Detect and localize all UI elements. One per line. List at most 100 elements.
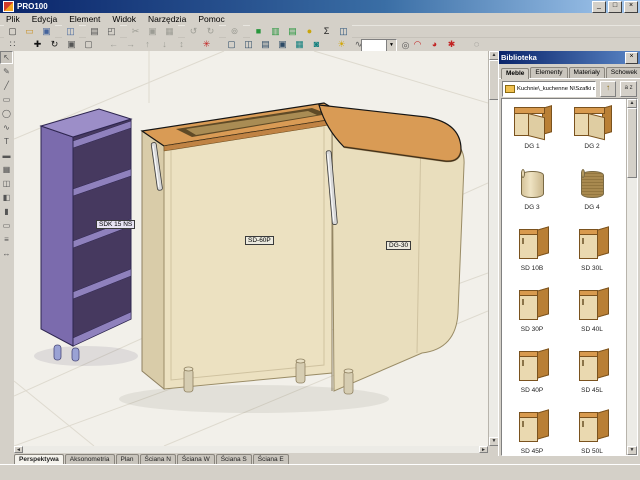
tab-sciana-s[interactable]: Ściana S bbox=[216, 454, 252, 464]
menu-pomoc[interactable]: Pomoc bbox=[192, 14, 230, 24]
collision-button[interactable]: ✳ bbox=[198, 38, 215, 51]
view-textured-button[interactable]: ▦ bbox=[291, 38, 308, 51]
view-realistic-button[interactable]: ◙ bbox=[308, 38, 325, 51]
ungroup-button[interactable]: ▢ bbox=[80, 38, 97, 51]
canvas-horizontal-scrollbar[interactable]: ◄ ► bbox=[14, 446, 488, 453]
copy-button[interactable]: ▣ bbox=[144, 25, 161, 38]
tab-sciana-e[interactable]: Ściana E bbox=[253, 454, 289, 464]
pencil-tool-button[interactable]: ✎ bbox=[0, 65, 13, 78]
library-item[interactable]: DG 2 bbox=[562, 99, 622, 160]
menu-edycja[interactable]: Edycja bbox=[26, 14, 64, 24]
tab-materialy[interactable]: Materiały bbox=[569, 67, 605, 78]
rect-tool-button[interactable]: ▭ bbox=[0, 93, 13, 106]
library-scrollbar[interactable]: ▲ ▼ bbox=[626, 99, 637, 455]
nudge-left-button[interactable]: ← bbox=[105, 38, 122, 51]
nudge-up-button[interactable]: ↑ bbox=[139, 38, 156, 51]
pointer-tool-button[interactable]: ↖ bbox=[0, 51, 13, 64]
arc-tool-button[interactable]: ∿ bbox=[0, 121, 13, 134]
sort-az-button[interactable]: a z bbox=[620, 81, 637, 97]
library-item[interactable]: SD 30L bbox=[562, 221, 622, 282]
library-close-icon[interactable]: × bbox=[625, 52, 638, 64]
nudge-right-button[interactable]: → bbox=[122, 38, 139, 51]
print-button[interactable]: ▤ bbox=[86, 25, 103, 38]
specification-table-button[interactable]: ◫ bbox=[335, 25, 352, 38]
valuation-button[interactable]: ● bbox=[301, 25, 318, 38]
chevron-down-icon[interactable]: ▼ bbox=[386, 40, 396, 51]
column-tool-button[interactable]: ▮ bbox=[0, 205, 13, 218]
elements-list-button[interactable]: ■ bbox=[250, 25, 267, 38]
tab-sciana-n[interactable]: Ściana N bbox=[140, 454, 176, 464]
undo-button[interactable]: ↺ bbox=[185, 25, 202, 38]
library-title-bar[interactable]: Biblioteka × bbox=[499, 51, 640, 64]
worktop-tool-button[interactable]: ▭ bbox=[0, 219, 13, 232]
floor-tool-button[interactable]: ▦ bbox=[0, 163, 13, 176]
print-preview-button[interactable]: ◰ bbox=[103, 25, 120, 38]
link-button[interactable]: ⊚ bbox=[226, 25, 243, 38]
title-bar[interactable]: PRO100 _ □ × bbox=[0, 0, 640, 13]
tab-schowek[interactable]: Schowek bbox=[606, 67, 640, 78]
stretch-button[interactable]: ↕ bbox=[173, 38, 190, 51]
cut-list-button[interactable]: ▥ bbox=[267, 25, 284, 38]
move-tool-button[interactable]: ✚ bbox=[29, 38, 46, 51]
library-item[interactable]: DG 3 bbox=[502, 160, 562, 221]
maximize-button[interactable]: □ bbox=[608, 1, 622, 13]
minimize-button[interactable]: _ bbox=[592, 1, 606, 13]
text-tool-button[interactable]: T bbox=[0, 135, 13, 148]
library-item[interactable]: SD 50L bbox=[562, 404, 622, 456]
tab-aksonometria[interactable]: Aksonometria bbox=[65, 454, 115, 464]
tab-sciana-w[interactable]: Ściana W bbox=[177, 454, 215, 464]
project-properties-button[interactable]: ◫ bbox=[62, 25, 79, 38]
scroll-left-icon[interactable]: ◄ bbox=[14, 446, 23, 453]
save-button[interactable]: ▣ bbox=[38, 25, 55, 38]
menu-element[interactable]: Element bbox=[63, 14, 106, 24]
view-color-button[interactable]: ▤ bbox=[257, 38, 274, 51]
scroll-up-icon[interactable]: ▲ bbox=[627, 99, 637, 108]
zoom-out-button[interactable]: ◌ bbox=[468, 38, 485, 51]
scroll-down-icon[interactable]: ▼ bbox=[627, 446, 637, 455]
up-one-level-button[interactable]: ↑ bbox=[600, 81, 617, 97]
library-item[interactable]: SD 45L bbox=[562, 343, 622, 404]
scrollbar-thumb[interactable] bbox=[627, 108, 637, 178]
menu-plik[interactable]: Plik bbox=[0, 14, 26, 24]
measure-tool-button[interactable]: ↔ bbox=[0, 247, 13, 260]
library-item[interactable]: SD 30P bbox=[502, 282, 562, 343]
tab-elementy[interactable]: Elementy bbox=[530, 67, 567, 78]
cut-button[interactable]: ✂ bbox=[127, 25, 144, 38]
paste-button[interactable]: ▦ bbox=[161, 25, 178, 38]
stairs-tool-button[interactable]: ≡ bbox=[0, 233, 13, 246]
redo-button[interactable]: ↻ bbox=[202, 25, 219, 38]
library-item[interactable]: SD 45P bbox=[502, 404, 562, 456]
tab-perspektywa[interactable]: Perspektywa bbox=[14, 454, 64, 464]
rotate-tool-button[interactable]: ↻ bbox=[46, 38, 63, 51]
window-tool-button[interactable]: ◫ bbox=[0, 177, 13, 190]
view-wireframe-button[interactable]: ▢ bbox=[223, 38, 240, 51]
close-button[interactable]: × bbox=[624, 1, 638, 13]
wall-tool-button[interactable]: ▬ bbox=[0, 149, 13, 162]
door-tool-button[interactable]: ◧ bbox=[0, 191, 13, 204]
ellipse-tool-button[interactable]: ◯ bbox=[0, 107, 13, 120]
library-item[interactable]: SD 40L bbox=[562, 282, 622, 343]
menu-widok[interactable]: Widok bbox=[106, 14, 142, 24]
group-button[interactable]: ▣ bbox=[63, 38, 80, 51]
new-file-button[interactable]: ▢ bbox=[4, 25, 21, 38]
library-item[interactable]: DG 4 bbox=[562, 160, 622, 221]
open-file-button[interactable]: ▭ bbox=[21, 25, 38, 38]
design-canvas[interactable]: SDK 15 NS SD-60P DG-30 bbox=[14, 51, 488, 446]
line-tool-button[interactable]: ╱ bbox=[0, 79, 13, 92]
tab-meble[interactable]: Meble bbox=[501, 68, 529, 79]
library-item[interactable]: SD 10B bbox=[502, 221, 562, 282]
menu-narzedzia[interactable]: Narzędzia bbox=[142, 14, 192, 24]
library-path-combo[interactable]: Kuchnie\_kuchenne N\Szafki dol ▼ bbox=[502, 81, 596, 97]
light-button[interactable]: ☀ bbox=[333, 38, 350, 51]
nudge-down-button[interactable]: ↓ bbox=[156, 38, 173, 51]
view-hidden-lines-button[interactable]: ◫ bbox=[240, 38, 257, 51]
tab-plan[interactable]: Plan bbox=[116, 454, 139, 464]
library-item[interactable]: SD 40P bbox=[502, 343, 562, 404]
report-rosette-button[interactable]: ✱ bbox=[443, 38, 460, 51]
scroll-right-icon[interactable]: ► bbox=[479, 446, 488, 453]
library-item[interactable]: DG 1 bbox=[502, 99, 562, 160]
sum-button[interactable]: Σ bbox=[318, 25, 335, 38]
view-shaded-button[interactable]: ▣ bbox=[274, 38, 291, 51]
snap-grid-button[interactable]: ∷ bbox=[4, 38, 21, 51]
report-button[interactable]: ▤ bbox=[284, 25, 301, 38]
